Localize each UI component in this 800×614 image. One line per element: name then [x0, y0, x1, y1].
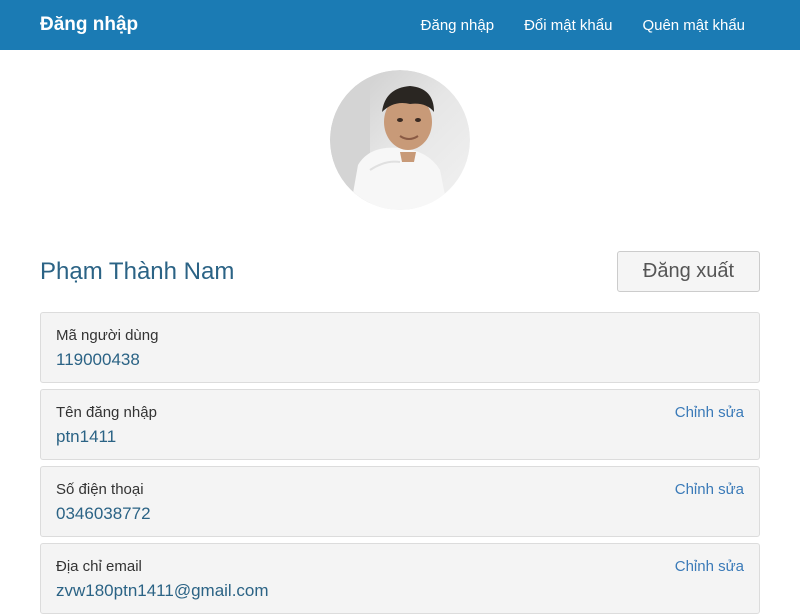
field-card-username: Tên đăng nhập ptn1411 Chỉnh sửa [40, 389, 760, 460]
field-label: Địa chỉ email [56, 558, 142, 575]
field-value: ptn1411 [56, 427, 117, 446]
field-value: zvw180ptn1411@gmail.com [56, 581, 269, 600]
field-value: 119000438 [56, 350, 140, 369]
top-navbar: Đăng nhập Đăng nhập Đổi mật khẩu Quên mậ… [0, 0, 800, 50]
field-card-email: Địa chỉ email zvw180ptn1411@gmail.com Ch… [40, 543, 760, 614]
field-value: 0346038772 [56, 504, 151, 523]
field-label: Mã người dùng [56, 327, 159, 344]
nav-links: Đăng nhập Đổi mật khẩu Quên mật khẩu [421, 17, 760, 34]
profile-header: Phạm Thành Nam Đăng xuất [40, 251, 760, 292]
avatar-container [330, 70, 470, 210]
field-card-user-id: Mã người dùng 119000438 [40, 312, 760, 383]
navbar-brand[interactable]: Đăng nhập [40, 14, 138, 36]
profile-name: Phạm Thành Nam [40, 257, 235, 285]
field-label: Số điện thoại [56, 481, 144, 498]
nav-link-forgot-password[interactable]: Quên mật khẩu [642, 17, 745, 34]
field-label: Tên đăng nhập [56, 404, 157, 421]
edit-phone-link[interactable]: Chỉnh sửa [675, 480, 744, 500]
nav-link-change-password[interactable]: Đổi mật khẩu [524, 17, 612, 34]
logout-button[interactable]: Đăng xuất [617, 251, 760, 292]
nav-link-login[interactable]: Đăng nhập [421, 17, 494, 34]
avatar [330, 70, 470, 210]
edit-email-link[interactable]: Chỉnh sửa [675, 557, 744, 577]
edit-username-link[interactable]: Chỉnh sửa [675, 403, 744, 423]
field-card-phone: Số điện thoại 0346038772 Chỉnh sửa [40, 466, 760, 537]
